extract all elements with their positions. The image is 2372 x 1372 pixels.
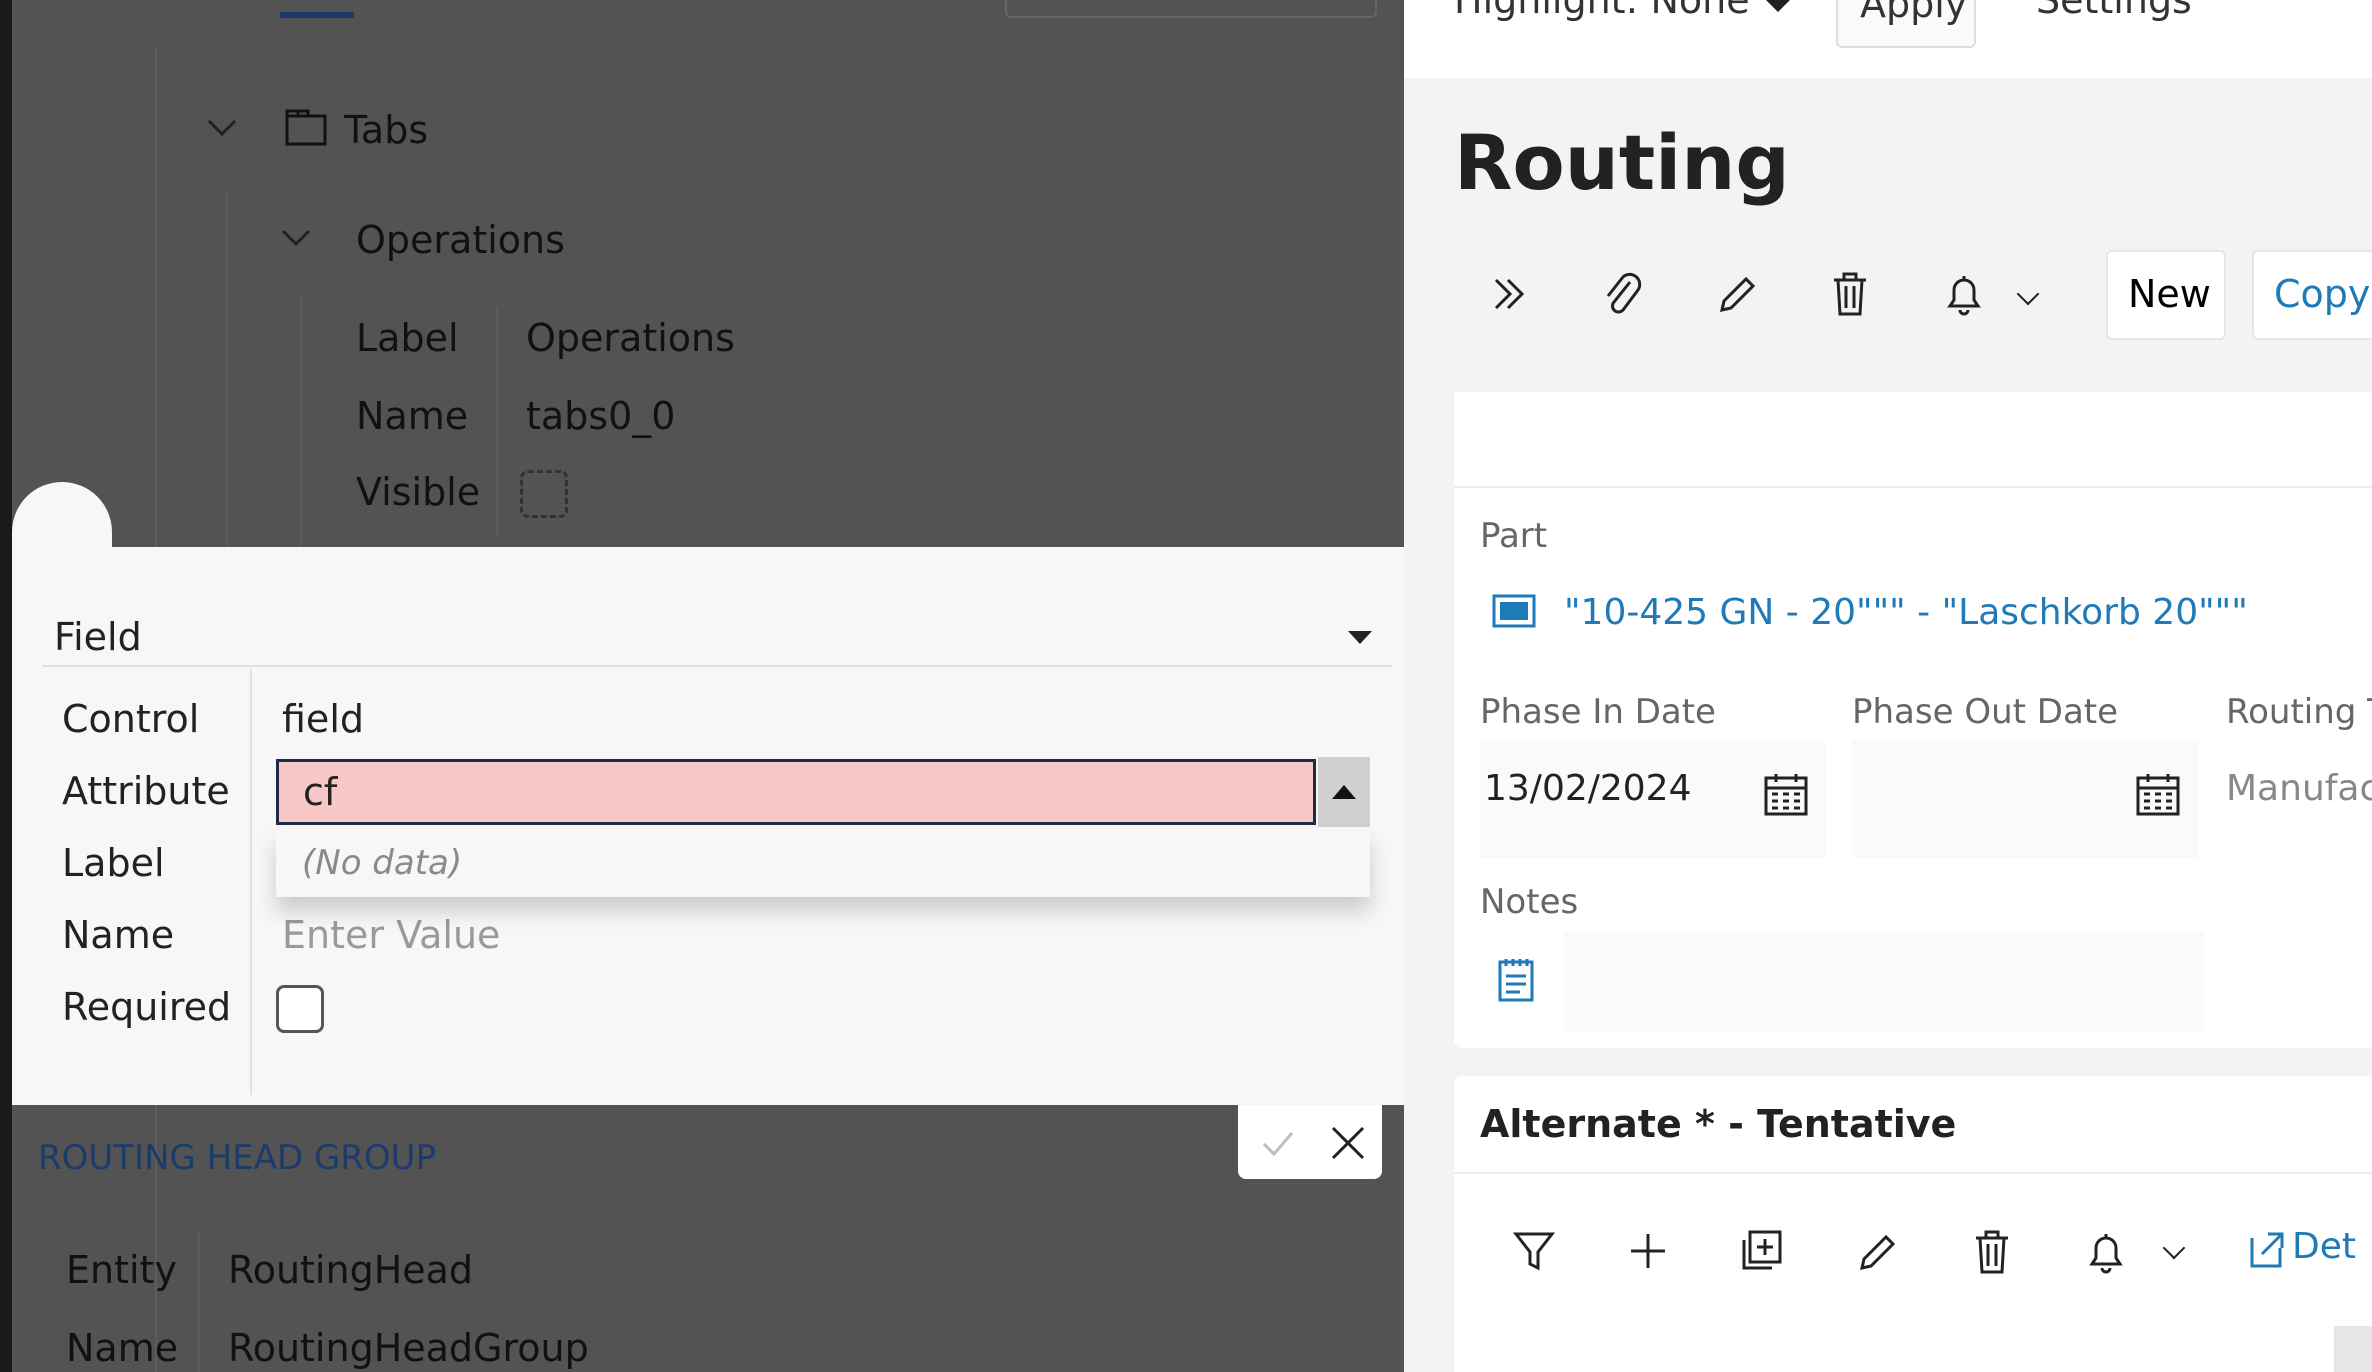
part-link[interactable]: "10-425 GN - 20""" - "Laschkorb 20""" bbox=[1564, 592, 2248, 633]
page-title: Routing bbox=[1454, 118, 1790, 207]
tree-guide-line bbox=[226, 192, 228, 552]
attribute-label: Attribute bbox=[62, 769, 230, 813]
caret-down-icon[interactable] bbox=[1348, 631, 1372, 644]
group-title[interactable]: ROUTING HEAD GROUP bbox=[38, 1138, 436, 1178]
section-header[interactable]: Field bbox=[42, 607, 1392, 667]
prop-label: Visible bbox=[356, 470, 481, 514]
alternate-card: Alternate * - Tentative Det bbox=[1454, 1076, 2372, 1372]
bell-icon[interactable] bbox=[2082, 1226, 2130, 1276]
bell-icon[interactable] bbox=[1940, 268, 1988, 320]
check-icon[interactable] bbox=[1258, 1123, 1298, 1163]
notes-label: Notes bbox=[1480, 882, 1579, 922]
no-data-text: (No data) bbox=[302, 843, 463, 883]
prop-value[interactable]: Operations bbox=[526, 316, 735, 360]
paperclip-icon[interactable] bbox=[1598, 268, 1646, 320]
window-edge bbox=[0, 0, 12, 1372]
visible-checkbox[interactable] bbox=[520, 470, 568, 518]
name-label: Name bbox=[62, 913, 175, 957]
routing-type-label: Routing T bbox=[2226, 692, 2372, 732]
copy-button[interactable]: Copy bbox=[2252, 250, 2372, 340]
chevron-down-icon[interactable] bbox=[281, 217, 311, 247]
pencil-icon[interactable] bbox=[1712, 268, 1760, 320]
chevron-down-icon[interactable] bbox=[207, 107, 237, 137]
prop-value[interactable]: tabs0_0 bbox=[526, 394, 675, 438]
name-input-placeholder[interactable]: Enter Value bbox=[282, 913, 500, 957]
pencil-icon[interactable] bbox=[1852, 1226, 1900, 1276]
phase-out-date-field[interactable] bbox=[1852, 740, 2198, 858]
routing-form-card: Part "10-425 GN - 20""" - "Laschkorb 20"… bbox=[1454, 392, 2372, 1048]
combobox-dropdown: (No data) bbox=[276, 829, 1370, 897]
phase-in-value: 13/02/2024 bbox=[1484, 768, 1692, 809]
calendar-icon[interactable] bbox=[1762, 770, 1810, 818]
filter-icon[interactable] bbox=[1510, 1226, 1558, 1276]
calendar-icon[interactable] bbox=[2134, 770, 2182, 818]
new-button[interactable]: New bbox=[2106, 250, 2226, 340]
designer-top-control bbox=[1005, 0, 1377, 18]
double-chevron-right-icon[interactable] bbox=[1486, 268, 1534, 320]
monitor-icon bbox=[1492, 594, 1536, 628]
attribute-combobox-input[interactable] bbox=[276, 759, 1316, 825]
copy-label: Copy bbox=[2274, 272, 2371, 316]
part-label: Part bbox=[1480, 516, 1548, 556]
popup-actions bbox=[1238, 1105, 1382, 1179]
details-link[interactable]: Det bbox=[2292, 1226, 2356, 1267]
apply-label: Apply bbox=[1860, 0, 1968, 26]
required-checkbox[interactable] bbox=[276, 985, 324, 1033]
card-header bbox=[1454, 392, 2372, 488]
label-separator bbox=[250, 669, 252, 1095]
notes-icon[interactable] bbox=[1496, 956, 1536, 1004]
phase-in-date-field[interactable]: 13/02/2024 bbox=[1480, 740, 1826, 858]
prop-label: Entity bbox=[66, 1248, 177, 1292]
close-icon[interactable] bbox=[1328, 1123, 1368, 1163]
caret-down-icon[interactable] bbox=[1766, 0, 1790, 12]
trash-icon[interactable] bbox=[1826, 268, 1874, 320]
notes-field[interactable] bbox=[1564, 932, 2204, 1032]
trash-icon[interactable] bbox=[1968, 1226, 2016, 1276]
tree-node-tabs[interactable]: Tabs bbox=[344, 108, 428, 152]
external-link-icon[interactable] bbox=[2246, 1230, 2286, 1270]
prop-label: Name bbox=[356, 394, 469, 438]
section-title: Field bbox=[54, 615, 142, 659]
active-tab-indicator bbox=[280, 12, 354, 18]
phase-in-label: Phase In Date bbox=[1480, 692, 1716, 732]
field-editor-popup: Field Control field Attribute Label Name… bbox=[12, 547, 1404, 1105]
alternate-title: Alternate * - Tentative bbox=[1480, 1102, 1957, 1146]
prop-label: Name bbox=[66, 1326, 179, 1370]
duplicate-icon[interactable] bbox=[1738, 1226, 1786, 1276]
scrollbar-corner[interactable] bbox=[2334, 1326, 2372, 1372]
chevron-down-icon[interactable] bbox=[2016, 282, 2040, 306]
tabs-folder-icon bbox=[285, 109, 327, 146]
prop-separator bbox=[496, 306, 498, 536]
prop-value[interactable]: RoutingHeadGroup bbox=[228, 1326, 589, 1370]
highlight-select[interactable]: Highlight: None bbox=[1454, 0, 1750, 22]
prop-value[interactable]: RoutingHead bbox=[228, 1248, 473, 1292]
divider bbox=[1454, 1172, 2372, 1174]
new-label: New bbox=[2128, 272, 2211, 316]
tree-guide-line bbox=[300, 298, 302, 558]
prop-label: Label bbox=[356, 316, 459, 360]
routing-type-value[interactable]: Manufac bbox=[2226, 768, 2372, 809]
apply-button[interactable]: Apply bbox=[1836, 0, 1976, 48]
label-label: Label bbox=[62, 841, 165, 885]
control-label: Control bbox=[62, 697, 200, 741]
chevron-down-icon[interactable] bbox=[2162, 1236, 2186, 1260]
control-value: field bbox=[282, 697, 364, 741]
phase-out-label: Phase Out Date bbox=[1852, 692, 2119, 732]
prop-separator bbox=[198, 1232, 200, 1372]
top-bar: Highlight: None Apply Settings bbox=[1404, 0, 2372, 78]
tree-node-operations[interactable]: Operations bbox=[356, 218, 565, 262]
plus-icon[interactable] bbox=[1624, 1226, 1672, 1276]
settings-link[interactable]: Settings bbox=[2036, 0, 2192, 22]
caret-up-icon bbox=[1332, 785, 1356, 799]
app-panel: Highlight: None Apply Settings Routing N… bbox=[1404, 0, 2372, 1372]
combobox-toggle-button[interactable] bbox=[1318, 757, 1370, 827]
required-label: Required bbox=[62, 985, 232, 1029]
